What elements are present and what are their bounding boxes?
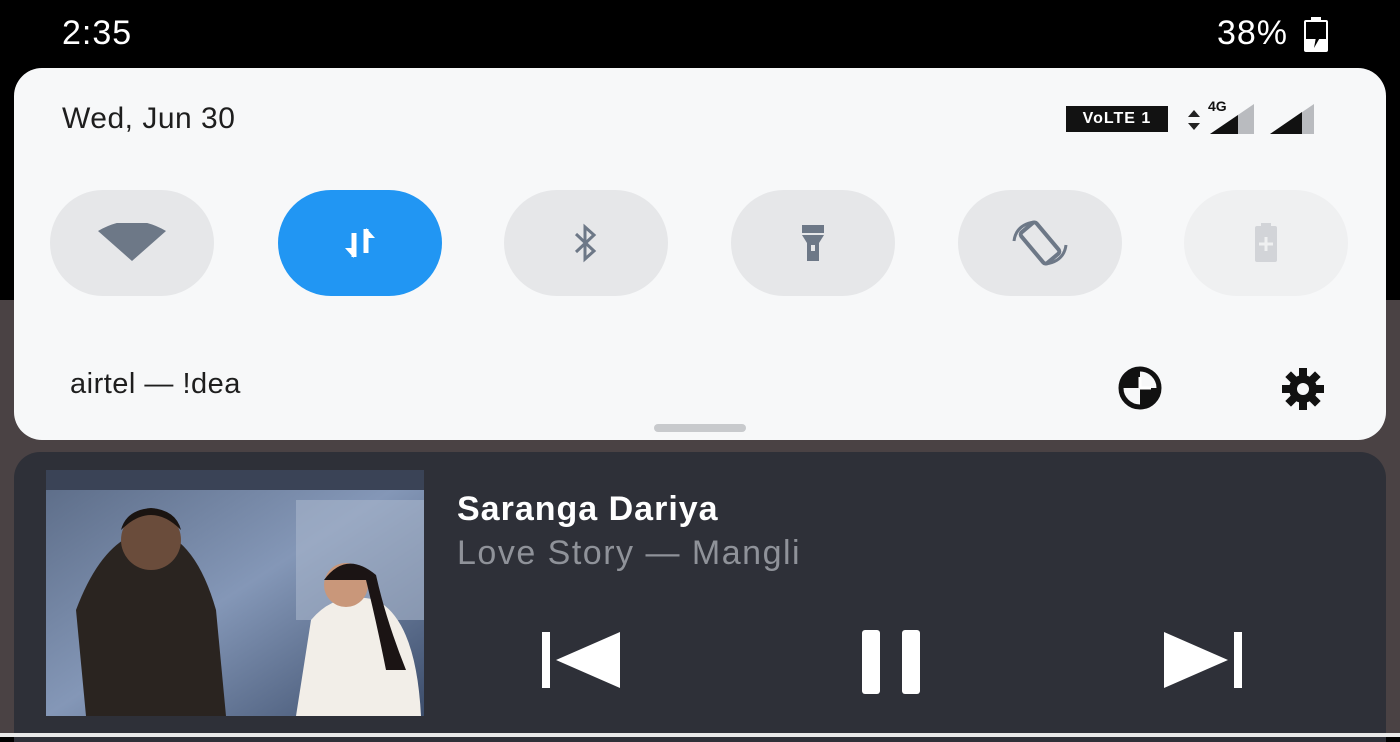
battery-saver-tile[interactable]	[1184, 190, 1348, 296]
auto-rotate-icon	[1012, 220, 1068, 266]
drag-handle[interactable]	[654, 424, 746, 432]
wifi-tile[interactable]	[50, 190, 214, 296]
battery-percent: 38%	[1216, 14, 1288, 52]
bluetooth-tile[interactable]	[504, 190, 668, 296]
cell-signal-icon-sim2	[1270, 104, 1314, 134]
bottom-edge	[0, 733, 1400, 737]
status-bar: 2:35 38%	[0, 0, 1400, 68]
album-art	[46, 470, 424, 716]
date-label: Wed, Jun 30	[62, 102, 236, 135]
mobile-data-icon	[345, 228, 375, 258]
cell-signal-icon-sim1	[1210, 104, 1254, 134]
wifi-icon	[98, 223, 166, 261]
next-icon[interactable]	[1160, 630, 1244, 690]
song-title: Saranga Dariya	[457, 490, 719, 528]
quick-settings-panel: Wed, Jun 30 VoLTE 1 4G airtel — !dea	[14, 68, 1386, 440]
song-artist: Love Story — Mangli	[457, 534, 802, 572]
data-activity-icon	[1188, 110, 1200, 130]
auto-rotate-tile[interactable]	[958, 190, 1122, 296]
flashlight-icon	[802, 225, 824, 261]
clock: 2:35	[62, 14, 133, 52]
carrier-label: airtel — !dea	[70, 368, 241, 400]
previous-icon[interactable]	[540, 630, 624, 690]
data-saver-icon[interactable]	[1116, 364, 1164, 412]
bluetooth-icon	[574, 223, 597, 263]
settings-gear-icon[interactable]	[1280, 366, 1326, 412]
battery-charging-icon	[1304, 17, 1328, 52]
mobile-data-tile[interactable]	[278, 190, 442, 296]
battery-saver-icon	[1255, 223, 1277, 262]
volte-badge: VoLTE 1	[1066, 106, 1168, 132]
pause-icon[interactable]	[860, 630, 924, 694]
media-notification[interactable]: Saranga Dariya Love Story — Mangli	[14, 452, 1386, 742]
flashlight-tile[interactable]	[731, 190, 895, 296]
